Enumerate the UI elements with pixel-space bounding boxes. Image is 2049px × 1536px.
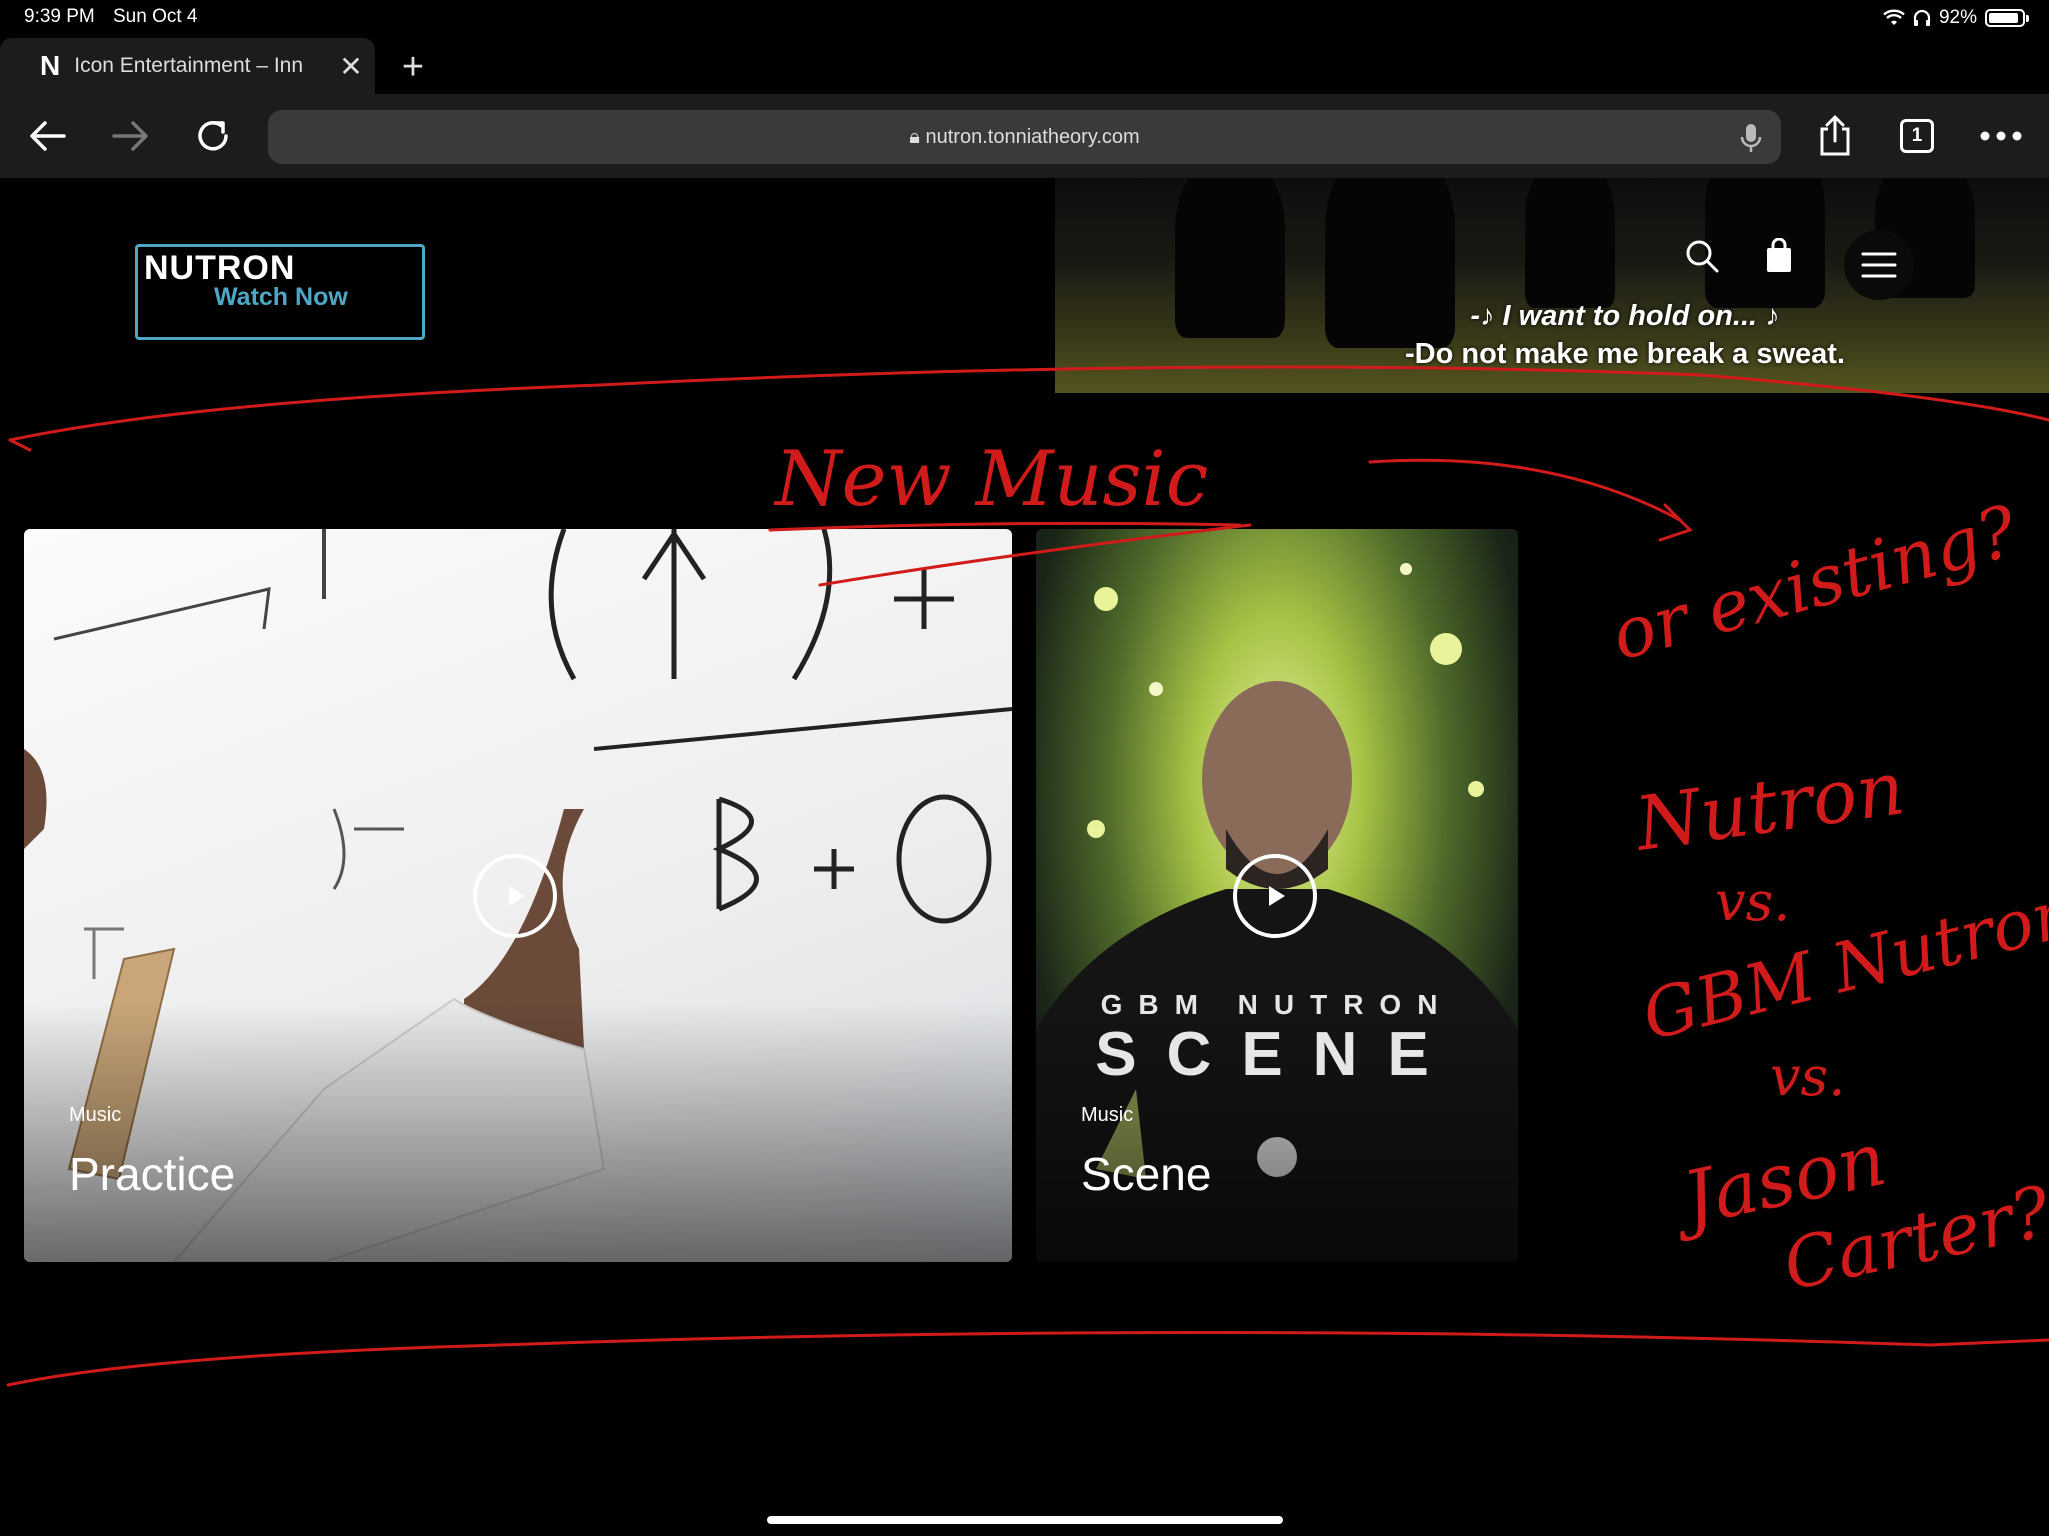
video-card-practice[interactable]: Music Practice (24, 529, 1012, 1262)
play-icon (509, 886, 525, 906)
search-icon (1686, 240, 1719, 273)
reload-icon (198, 121, 228, 151)
card-title[interactable]: Practice (69, 1147, 235, 1201)
poster-title: SCENE (1095, 1020, 1459, 1089)
play-icon (1269, 886, 1285, 906)
play-button[interactable] (1233, 854, 1317, 938)
tab-title: Icon Entertainment – Inn (74, 54, 304, 77)
tab-count-icon: 1 (1900, 119, 1934, 153)
status-time: 9:39 PM (24, 6, 95, 27)
share-icon (1820, 115, 1850, 156)
reload-button[interactable] (185, 108, 241, 164)
headphones-icon (1913, 9, 1931, 26)
card-title[interactable]: Scene (1081, 1147, 1211, 1201)
page-content: NUTRON Watch Now -♪ I want to hold on...… (0, 178, 2049, 1516)
favicon-icon: N (40, 50, 61, 81)
poster-subtitle: GBM NUTRON (1100, 989, 1454, 1020)
lock-icon: 🔒︎ (909, 126, 920, 148)
card-gradient (24, 1002, 1012, 1262)
cart-button[interactable] (1763, 237, 1813, 288)
microphone-icon[interactable] (1739, 122, 1763, 154)
status-date: Sun Oct 4 (113, 6, 198, 27)
tabs-overview-button[interactable]: 1 (1889, 108, 1945, 164)
tab-count: 1 (1911, 125, 1923, 146)
new-tab-button[interactable]: + (385, 42, 441, 92)
site-logo[interactable]: NUTRON Watch Now (135, 244, 425, 340)
shopping-bag-icon (1767, 237, 1791, 272)
card-category: Music (69, 1104, 122, 1126)
hero-subtitle-line-2: -Do not make me break a sweat. (1405, 338, 1845, 370)
more-options-button[interactable] (1973, 108, 2029, 164)
share-button[interactable] (1807, 108, 1863, 164)
battery-level (1989, 13, 2019, 23)
browser-toolbar: 🔒︎ nutron.tonniatheory.com 1 (0, 94, 2049, 178)
address-bar[interactable]: 🔒︎ nutron.tonniatheory.com (268, 110, 1781, 164)
battery-percent: 92% (1938, 7, 1977, 28)
forward-button[interactable] (102, 108, 158, 164)
url-text: nutron.tonniatheory.com (925, 126, 1140, 148)
browser-tab[interactable]: N Icon Entertainment – Inn ✕ (0, 38, 375, 94)
close-tab-icon[interactable]: ✕ (339, 50, 362, 83)
status-bar: 9:39 PM Sun Oct 4 92% (0, 0, 2049, 34)
more-dots-icon (1980, 131, 2022, 141)
hero-figure (1525, 178, 1615, 308)
hamburger-menu-icon (1861, 252, 1897, 278)
forward-arrow-icon (112, 121, 148, 151)
card-category: Music (1081, 1104, 1134, 1126)
status-indicators: 92% (1883, 4, 2029, 32)
tab-bar: N Icon Entertainment – Inn ✕ + (0, 34, 2049, 94)
back-arrow-icon (30, 121, 66, 151)
video-card-scene[interactable]: GBM NUTRON SCENE Music Scene (1036, 529, 1518, 1262)
battery-icon (1985, 9, 2029, 27)
url-display: 🔒︎ nutron.tonniatheory.com (268, 110, 1781, 164)
wifi-icon (1883, 9, 1905, 25)
hero-figure (1175, 178, 1285, 338)
watch-now-link[interactable]: Watch Now (214, 283, 348, 312)
hero-subtitle-line-1: -♪ I want to hold on... ♪ (1470, 300, 1780, 332)
home-indicator (767, 1516, 1283, 1524)
search-button[interactable] (1684, 238, 1734, 288)
play-button[interactable] (473, 854, 557, 938)
back-button[interactable] (20, 108, 76, 164)
menu-button[interactable] (1844, 230, 1914, 300)
